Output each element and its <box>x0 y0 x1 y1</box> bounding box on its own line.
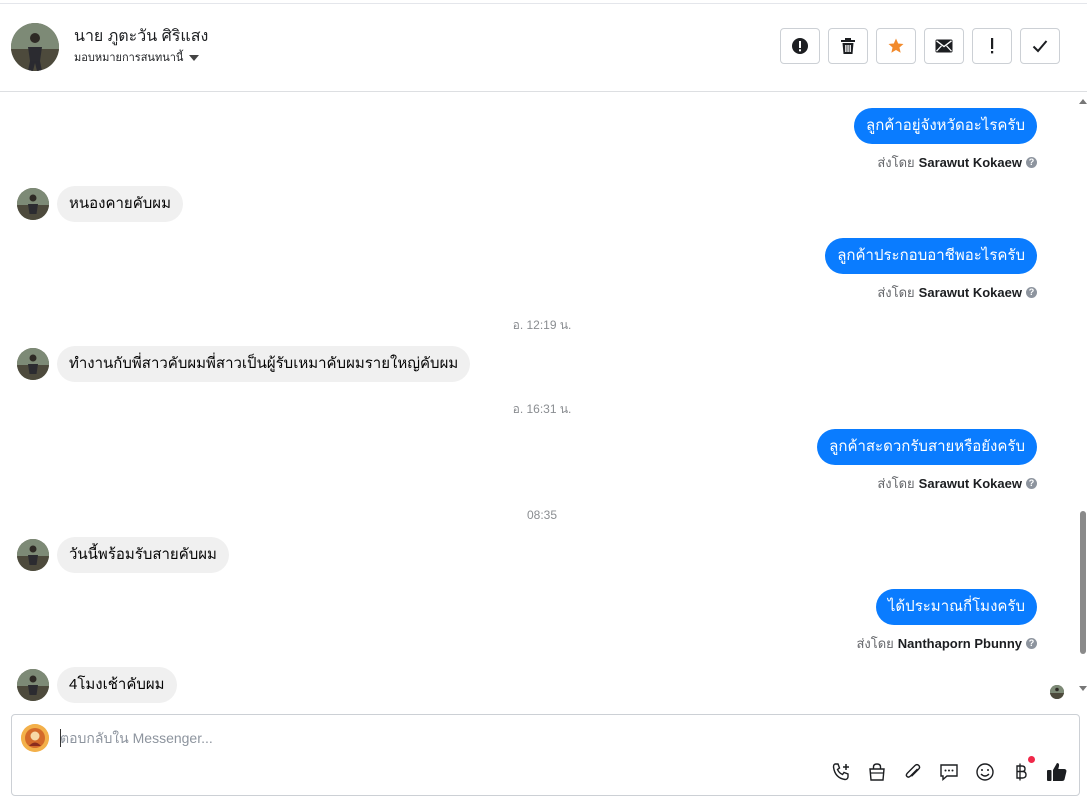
thumbs-up-icon <box>1047 763 1067 781</box>
sender-name: Nanthaporn Pbunny <box>897 636 1022 651</box>
reply-input[interactable] <box>60 728 760 748</box>
message-composer <box>11 714 1080 796</box>
text-cursor <box>60 729 61 747</box>
message-incoming: 4โมงเช้าคับผม <box>17 667 177 703</box>
shop-button[interactable] <box>866 761 888 783</box>
help-icon[interactable]: ? <box>1026 638 1037 649</box>
help-icon[interactable]: ? <box>1026 157 1037 168</box>
sender-name: Sarawut Kokaew <box>918 285 1022 300</box>
header-actions <box>780 28 1060 64</box>
message-bubble[interactable]: ได้ประมาณกี่โมงครับ <box>875 589 1037 625</box>
message-bubble[interactable]: ลูกค้าอยู่จังหวัดอะไรครับ <box>854 108 1037 144</box>
timestamp-divider: อ. 12:19 น. <box>512 318 572 332</box>
trash-icon <box>841 38 855 54</box>
chat-bubble-icon <box>940 764 958 782</box>
shopping-bag-icon <box>869 763 885 781</box>
emoji-icon <box>976 763 994 781</box>
scroll-down-arrow-icon[interactable] <box>1079 686 1087 691</box>
saved-replies-button[interactable] <box>938 761 960 783</box>
notification-dot <box>1028 756 1035 763</box>
assign-label: มอบหมายการสนทนานี้ <box>74 52 184 64</box>
caret-down-icon <box>189 55 200 61</box>
delete-button[interactable] <box>828 28 868 64</box>
page-avatar <box>21 724 49 752</box>
message-outgoing: ได้ประมาณกี่โมงครับ ส่งโดย Nanthaporn Pb… <box>856 589 1037 654</box>
sent-by-label: ส่งโดย <box>856 636 894 651</box>
sent-by-line: ส่งโดย Sarawut Kokaew ? <box>877 473 1037 494</box>
scroll-up-arrow-icon[interactable] <box>1079 99 1087 104</box>
report-spam-button[interactable] <box>780 28 820 64</box>
help-icon[interactable]: ? <box>1026 287 1037 298</box>
composer-toolbar <box>830 756 1068 783</box>
sender-name: Sarawut Kokaew <box>918 155 1022 170</box>
contact-avatar-small[interactable] <box>17 348 49 380</box>
message-bubble[interactable]: ลูกค้าประกอบอาชีพอะไรครับ <box>825 238 1037 274</box>
timestamp-divider: อ. 16:31 น. <box>512 402 572 416</box>
contact-avatar-small[interactable] <box>17 539 49 571</box>
help-icon[interactable]: ? <box>1026 478 1037 489</box>
message-thread[interactable]: ลูกค้าอยู่จังหวัดอะไรครับ ส่งโดย Sarawut… <box>0 93 1077 707</box>
sent-by-label: ส่งโดย <box>877 476 915 491</box>
star-icon <box>888 38 904 53</box>
phone-plus-icon <box>832 763 849 781</box>
contact-avatar-small[interactable] <box>17 188 49 220</box>
message-bubble[interactable]: หนองคายคับผม <box>57 186 183 222</box>
sent-by-line: ส่งโดย Sarawut Kokaew ? <box>877 152 1037 173</box>
message-incoming: วันนี้พร้อมรับสายคับผม <box>17 537 229 573</box>
star-button[interactable] <box>876 28 916 64</box>
check-icon <box>1032 40 1048 53</box>
attach-button[interactable] <box>902 761 924 783</box>
contact-name[interactable]: นาย ภูตะวัน ศิริแสง <box>74 24 208 49</box>
message-incoming: ทำงานกับพี่สาวคับผมพี่สาวเป็นผู้รับเหมาค… <box>17 346 471 382</box>
message-bubble[interactable]: ทำงานกับพี่สาวคับผมพี่สาวเป็นผู้รับเหมาค… <box>57 346 471 382</box>
message-outgoing: ลูกค้าอยู่จังหวัดอะไรครับ ส่งโดย Sarawut… <box>854 108 1037 173</box>
scrollbar[interactable] <box>1077 93 1087 703</box>
conversation-header: นาย ภูตะวัน ศิริแสง มอบหมายการสนทนานี้ <box>0 0 1087 92</box>
emoji-button[interactable] <box>974 761 996 783</box>
top-divider <box>0 3 1087 4</box>
sent-by-label: ส่งโดย <box>877 155 915 170</box>
message-bubble[interactable]: วันนี้พร้อมรับสายคับผม <box>57 537 229 573</box>
exclamation-icon <box>991 38 994 54</box>
mark-done-button[interactable] <box>1020 28 1060 64</box>
exclamation-circle-icon <box>792 38 808 54</box>
sent-by-label: ส่งโดย <box>877 285 915 300</box>
baht-icon <box>1016 763 1027 781</box>
call-button[interactable] <box>830 761 852 783</box>
timestamp-divider: 08:35 <box>526 508 558 522</box>
sent-by-line: ส่งโดย Sarawut Kokaew ? <box>877 282 1037 303</box>
scrollbar-thumb[interactable] <box>1080 511 1086 654</box>
message-bubble[interactable]: 4โมงเช้าคับผม <box>57 667 177 703</box>
message-outgoing: ลูกค้าประกอบอาชีพอะไรครับ ส่งโดย Sarawut… <box>825 238 1037 303</box>
contact-avatar-small[interactable] <box>17 669 49 701</box>
assign-conversation-dropdown[interactable]: มอบหมายการสนทนานี้ <box>74 48 200 66</box>
message-incoming: หนองคายคับผม <box>17 186 183 222</box>
seen-indicator-avatar <box>1050 685 1064 699</box>
follow-up-button[interactable] <box>972 28 1012 64</box>
contact-avatar[interactable] <box>11 23 59 71</box>
sent-by-line: ส่งโดย Nanthaporn Pbunny ? <box>856 633 1037 654</box>
message-outgoing: ลูกค้าสะดวกรับสายหรือยังครับ ส่งโดย Sara… <box>817 429 1037 494</box>
paperclip-icon <box>905 763 921 778</box>
mark-unread-button[interactable] <box>924 28 964 64</box>
message-bubble[interactable]: ลูกค้าสะดวกรับสายหรือยังครับ <box>817 429 1037 465</box>
sender-name: Sarawut Kokaew <box>918 476 1022 491</box>
payment-button[interactable] <box>1010 756 1035 783</box>
like-button[interactable] <box>1046 761 1068 783</box>
envelope-icon <box>935 39 953 53</box>
